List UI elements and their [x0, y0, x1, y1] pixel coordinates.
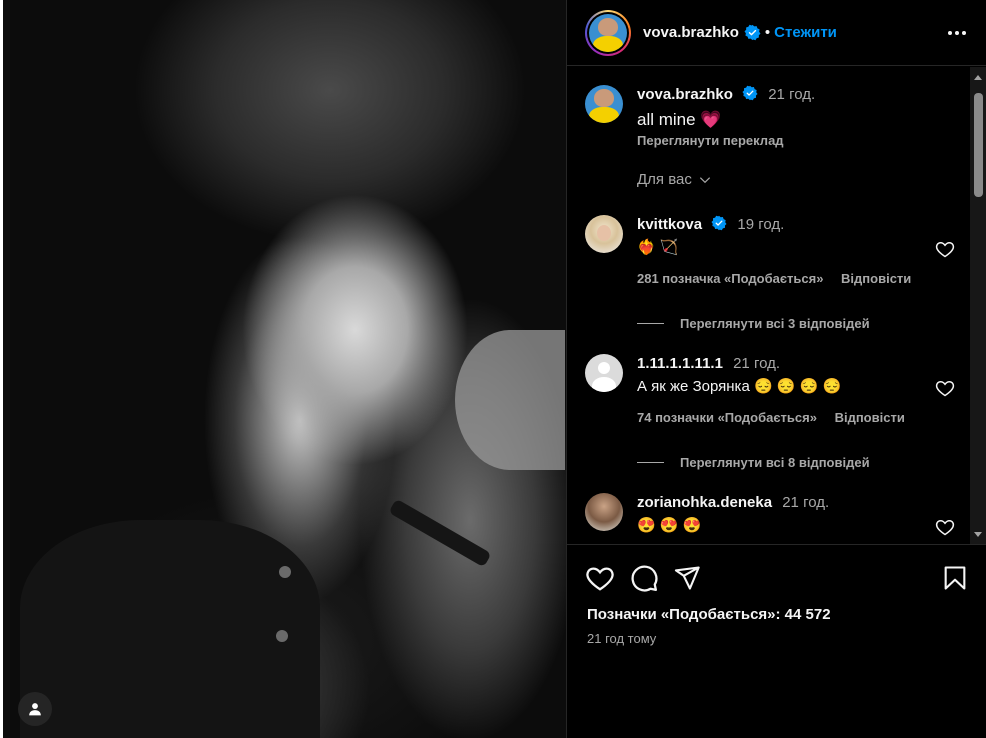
author-avatar[interactable] [589, 13, 627, 52]
save-button[interactable] [941, 564, 969, 592]
comment-item: 1.11.1.1.11.1 21 год. А як же Зорянка 😔 … [585, 354, 955, 425]
see-translation-link[interactable]: Переглянути переклад [637, 133, 815, 148]
reply-button[interactable]: Відповісти [835, 410, 905, 425]
send-icon [674, 566, 700, 590]
comment-text: ❤️‍🔥 🏹 [637, 239, 679, 256]
comment-text: 😍 😍 😍 [637, 517, 702, 534]
comments-filter-dropdown[interactable]: Для вас [637, 171, 712, 188]
comments-section[interactable]: vova.brazhko 21 год. all mine 💗 Переглян… [567, 67, 986, 545]
user-tag-button[interactable] [18, 692, 52, 726]
commenter-avatar[interactable] [585, 354, 623, 392]
caption-emoji: 💗 [700, 110, 722, 129]
post-photo[interactable] [0, 0, 566, 738]
post-timestamp[interactable]: 21 год тому [587, 631, 656, 646]
post-actions-bar [585, 560, 969, 596]
likes-count[interactable]: Позначки «Подобається»: 44 572 [587, 606, 831, 623]
photo-shirt-button [279, 566, 291, 578]
comment-text: А як же Зорянка 😔 😔 😔 😔 [637, 378, 842, 395]
commenter-avatar[interactable] [585, 493, 623, 531]
chevron-down-icon [699, 176, 710, 183]
comments-scrollbar[interactable] [970, 67, 986, 544]
like-button[interactable] [585, 563, 615, 593]
heart-icon [586, 567, 614, 591]
comment-heart-icon[interactable] [935, 239, 955, 259]
comment-button[interactable] [629, 563, 659, 593]
comments-filter-label: Для вас [637, 171, 692, 188]
photo-arm-shape [455, 330, 565, 470]
comment-icon [631, 565, 658, 592]
commenter-avatar[interactable] [585, 215, 623, 253]
story-ring[interactable] [585, 9, 631, 56]
follow-button[interactable]: Стежити [774, 24, 837, 41]
scroll-down-arrow[interactable] [974, 532, 982, 537]
caption-time[interactable]: 21 год. [768, 86, 815, 103]
verified-badge-icon [744, 24, 761, 41]
share-button[interactable] [673, 564, 701, 592]
comment-heart-icon[interactable] [935, 517, 955, 537]
scroll-up-arrow[interactable] [974, 75, 982, 80]
commenter-username[interactable]: kvittkova [637, 216, 702, 233]
caption-text-content: all mine [637, 110, 696, 129]
more-options-icon[interactable] [946, 23, 968, 43]
header-separator: • [764, 24, 771, 41]
verified-badge-icon [742, 85, 758, 101]
photo-left-edge [0, 0, 3, 738]
reply-button[interactable]: Відповісти [841, 271, 911, 286]
post-caption: vova.brazhko 21 год. all mine 💗 Переглян… [585, 85, 955, 148]
comment-heart-icon[interactable] [935, 378, 955, 398]
scrollbar-thumb[interactable] [974, 93, 983, 197]
bookmark-icon [944, 566, 966, 590]
view-replies-link[interactable]: Переглянути всі 3 відповідей [637, 316, 870, 331]
photo-shirt-shape [20, 520, 320, 738]
caption-author-username[interactable]: vova.brazhko [637, 86, 733, 103]
user-tag-icon [29, 703, 41, 716]
post-header: vova.brazhko • Стежити [567, 0, 986, 66]
caption-author-avatar[interactable] [585, 85, 623, 123]
comment-time[interactable]: 19 год. [737, 216, 784, 233]
photo-shirt-button [276, 630, 288, 642]
comment-item: zorianohka.deneka 21 год. 😍 😍 😍 [585, 493, 955, 537]
comment-item: kvittkova 19 год. ❤️‍🔥 🏹 281 позначка «П… [585, 215, 955, 286]
commenter-username[interactable]: zorianohka.deneka [637, 494, 772, 511]
author-username[interactable]: vova.brazhko [643, 24, 739, 41]
photo-bracelet-shape [388, 498, 492, 568]
comment-time[interactable]: 21 год. [782, 494, 829, 511]
post-panel: vova.brazhko • Стежити vova.brazhko 21 г… [566, 0, 986, 738]
caption-text: all mine 💗 [637, 110, 815, 129]
view-replies-link[interactable]: Переглянути всі 8 відповідей [637, 455, 870, 470]
comment-time[interactable]: 21 год. [733, 355, 780, 372]
commenter-username[interactable]: 1.11.1.1.11.1 [637, 355, 723, 372]
comment-likes-count[interactable]: 74 позначки «Подобається» [637, 410, 817, 425]
verified-badge-icon [711, 215, 727, 231]
comment-likes-count[interactable]: 281 позначка «Подобається» [637, 271, 823, 286]
